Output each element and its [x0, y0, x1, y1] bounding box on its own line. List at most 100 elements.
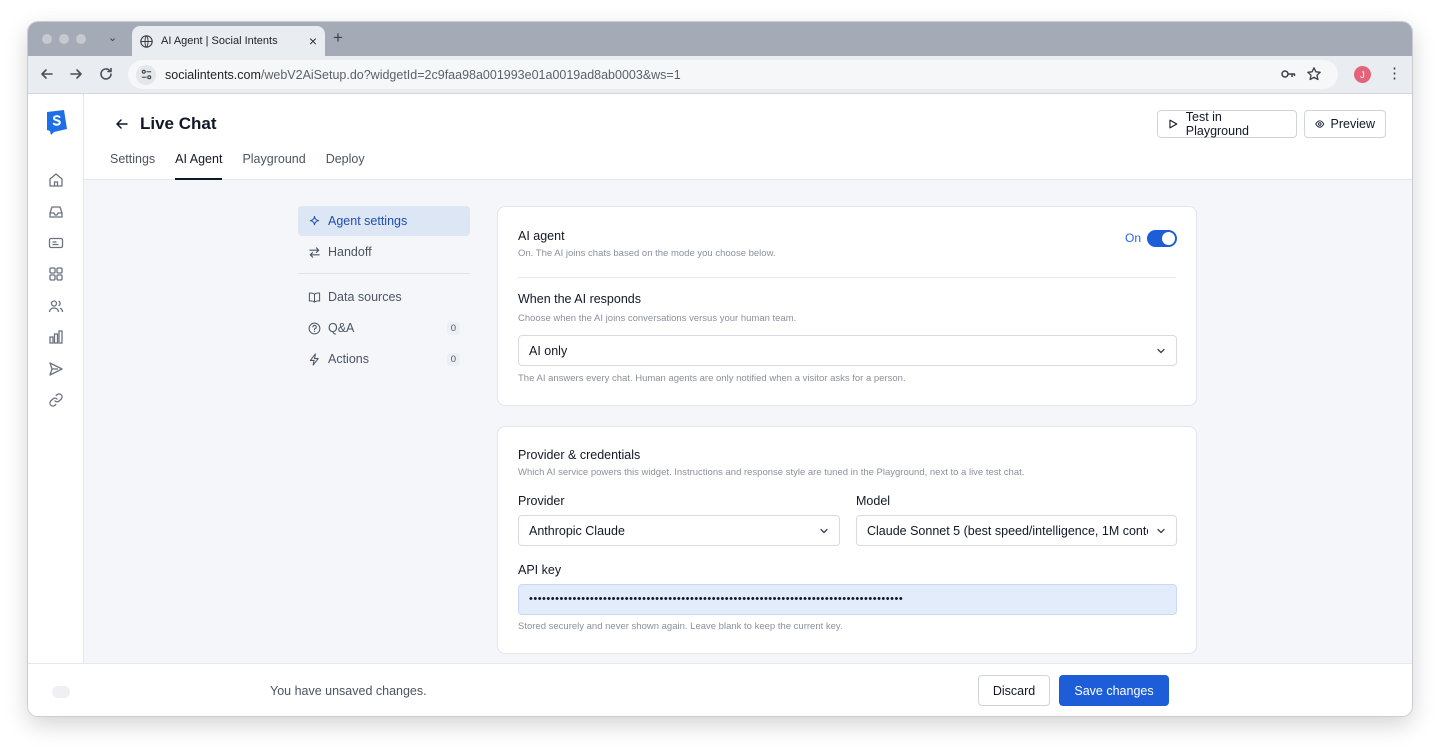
count-badge: 0 — [446, 352, 460, 366]
new-tab-plus-icon[interactable]: + — [333, 28, 343, 48]
ticket-icon[interactable] — [48, 235, 64, 251]
send-icon[interactable] — [48, 361, 64, 377]
page-header: Live Chat Test in Playground Preview Set… — [84, 94, 1412, 180]
apps-grid-icon[interactable] — [48, 266, 64, 282]
unsaved-changes-bar: You have unsaved changes. Discard Save c… — [28, 663, 1412, 716]
discard-button[interactable]: Discard — [978, 675, 1050, 706]
toggle-knob — [1162, 232, 1175, 245]
tab-ai-agent[interactable]: AI Agent — [175, 152, 223, 180]
test-in-playground-label: Test in Playground — [1185, 110, 1249, 138]
model-select[interactable]: Claude Sonnet 5 (best speed/intelligence… — [856, 515, 1177, 546]
toggle-state-label: On — [1125, 231, 1142, 245]
app-area: Live Chat Test in Playground Preview Set… — [28, 94, 1412, 716]
browser-menu-icon[interactable]: ⋮ — [1387, 64, 1402, 82]
maximize-window-dot[interactable] — [76, 34, 86, 44]
submenu-label: Q&A — [328, 321, 355, 335]
unsaved-message: You have unsaved changes. — [270, 684, 427, 698]
lightning-icon — [309, 352, 319, 366]
submenu-item-handoff[interactable]: Handoff — [298, 237, 470, 267]
left-rail — [28, 94, 84, 716]
provider-card-subtitle: Which AI service powers this widget. Ins… — [518, 467, 1025, 478]
close-window-dot[interactable] — [42, 34, 52, 44]
provider-select[interactable]: Anthropic Claude — [518, 515, 840, 546]
link-icon[interactable] — [48, 392, 64, 408]
ai-agent-submenu: Agent settings Handoff Data sources Q&A … — [298, 206, 470, 375]
chevron-down-icon — [1157, 348, 1165, 353]
submenu-item-agent-settings[interactable]: Agent settings — [298, 206, 470, 236]
responds-subtitle: Choose when the AI joins conversations v… — [518, 313, 797, 324]
inbox-icon[interactable] — [48, 204, 64, 220]
eye-icon — [1315, 120, 1325, 128]
preview-button[interactable]: Preview — [1304, 110, 1386, 138]
url-path: /webV2AiSetup.do?widgetId=2c9faa98a00199… — [260, 67, 681, 82]
ai-agent-title: AI agent — [518, 229, 565, 243]
submenu-label: Actions — [328, 352, 369, 366]
minimize-window-dot[interactable] — [59, 34, 69, 44]
page-title: Live Chat — [140, 114, 217, 133]
play-icon — [1169, 119, 1178, 129]
tab-deploy[interactable]: Deploy — [326, 152, 365, 180]
provider-credentials-card: Provider & credentials Which AI service … — [497, 426, 1197, 654]
submenu-item-data-sources[interactable]: Data sources — [298, 282, 470, 312]
tab-search-chevron-icon[interactable]: ⌄ — [108, 31, 117, 44]
api-key-input[interactable]: ••••••••••••••••••••••••••••••••••••••••… — [518, 584, 1177, 615]
preview-label: Preview — [1330, 117, 1375, 131]
home-icon[interactable] — [48, 172, 64, 188]
address-toolbar: socialintents.com/webV2AiSetup.do?widget… — [28, 56, 1412, 94]
ai-agent-toggle[interactable] — [1147, 230, 1177, 247]
api-key-label: API key — [518, 563, 562, 577]
ai-agent-card: AI agent On. The AI joins chats based on… — [497, 206, 1197, 406]
provider-card-title: Provider & credentials — [518, 448, 641, 462]
site-settings-icon[interactable] — [136, 64, 156, 85]
url-text: socialintents.com/webV2AiSetup.do?widget… — [165, 68, 681, 82]
section-tabs: Settings AI Agent Playground Deploy — [110, 152, 365, 180]
divider — [518, 277, 1176, 278]
test-in-playground-button[interactable]: Test in Playground — [1157, 110, 1297, 138]
submenu-label: Agent settings — [328, 214, 408, 228]
response-mode-select[interactable]: AI only — [518, 335, 1177, 366]
collapse-handle — [52, 686, 70, 698]
sparkle-icon — [309, 215, 320, 225]
model-value: Claude Sonnet 5 (best speed/intelligence… — [867, 523, 1148, 538]
social-intents-logo-icon[interactable] — [44, 109, 68, 135]
submenu-label: Data sources — [328, 290, 402, 304]
tab-playground[interactable]: Playground — [242, 152, 305, 180]
chevron-down-icon — [820, 528, 828, 533]
omnibox[interactable]: socialintents.com/webV2AiSetup.do?widget… — [128, 60, 1338, 89]
ai-agent-subtitle: On. The AI joins chats based on the mode… — [518, 248, 776, 259]
forward-arrow-icon[interactable] — [68, 66, 84, 82]
help-circle-icon — [308, 322, 321, 334]
submenu-divider — [298, 273, 470, 274]
browser-tab-active[interactable]: AI Agent | Social Intents × — [132, 26, 325, 56]
back-arrow-icon[interactable] — [39, 66, 55, 82]
response-mode-value: AI only — [529, 343, 568, 358]
browser-window: ⌄ AI Agent | Social Intents × + socialin… — [28, 22, 1412, 716]
model-label: Model — [856, 494, 891, 508]
profile-avatar[interactable]: J — [1354, 66, 1371, 83]
reload-icon[interactable] — [98, 66, 114, 82]
api-key-help: Stored securely and never shown again. L… — [518, 621, 843, 632]
bookmark-star-icon[interactable] — [1306, 66, 1322, 82]
back-arrow-icon[interactable] — [114, 116, 130, 132]
url-host: socialintents.com — [165, 67, 261, 82]
count-badge: 0 — [446, 321, 460, 335]
tab-settings[interactable]: Settings — [110, 152, 155, 180]
swap-icon — [309, 246, 320, 258]
response-mode-help: The AI answers every chat. Human agents … — [518, 373, 906, 384]
tab-close-icon[interactable]: × — [309, 33, 317, 49]
users-icon[interactable] — [48, 298, 64, 314]
analytics-bar-icon[interactable] — [48, 329, 64, 345]
tab-strip: ⌄ AI Agent | Social Intents × + — [28, 22, 1412, 56]
password-key-icon[interactable] — [1280, 66, 1296, 82]
submenu-label: Handoff — [328, 245, 372, 259]
submenu-item-actions[interactable]: Actions 0 — [298, 344, 470, 374]
chevron-down-icon — [1157, 528, 1165, 533]
submenu-item-qa[interactable]: Q&A 0 — [298, 313, 470, 343]
save-changes-button[interactable]: Save changes — [1059, 675, 1169, 706]
globe-icon — [140, 34, 153, 48]
responds-title: When the AI responds — [518, 292, 641, 306]
book-icon — [308, 292, 321, 303]
provider-label: Provider — [518, 494, 565, 508]
provider-value: Anthropic Claude — [529, 523, 625, 538]
tab-title: AI Agent | Social Intents — [161, 35, 278, 47]
